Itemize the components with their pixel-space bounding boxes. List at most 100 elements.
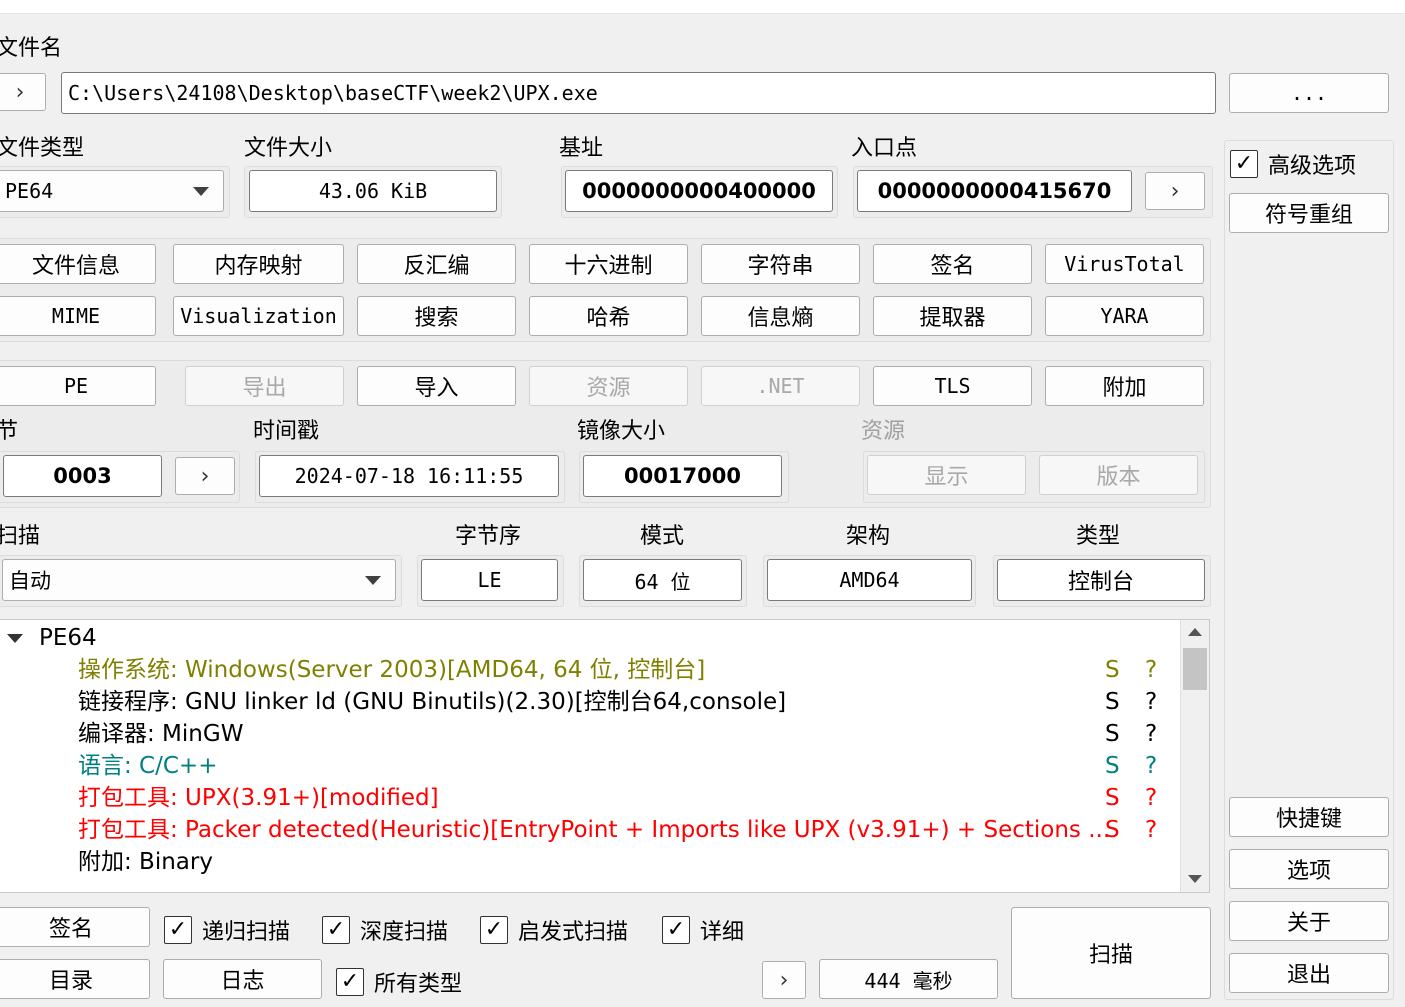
exit-button[interactable]: 退出 bbox=[1229, 953, 1389, 993]
result-row[interactable]: 编译器: MinGW S? bbox=[0, 718, 1179, 750]
title-bar bbox=[0, 0, 1405, 14]
options-button[interactable]: 选项 bbox=[1229, 849, 1389, 889]
advanced-checkbox[interactable]: ✓ bbox=[1230, 150, 1258, 178]
scan-mode-select[interactable]: 自动 bbox=[2, 559, 396, 601]
alltypes-option[interactable]: ✓ 所有类型 bbox=[336, 966, 462, 998]
result-signature-link[interactable]: S bbox=[1105, 718, 1120, 750]
result-signature-link[interactable]: S bbox=[1105, 750, 1120, 782]
timestamp-field: 2024-07-18 16:11:55 bbox=[259, 455, 559, 497]
signatures-button[interactable]: 签名 bbox=[0, 907, 150, 947]
shortcuts-button[interactable]: 快捷键 bbox=[1229, 797, 1389, 837]
directory-button[interactable]: 目录 bbox=[0, 959, 150, 999]
result-info-link[interactable]: ? bbox=[1145, 718, 1157, 750]
overlay-button[interactable]: 附加 bbox=[1045, 366, 1204, 406]
tree-expand-icon[interactable] bbox=[7, 634, 23, 643]
file-name-label: 文件名 bbox=[0, 36, 63, 61]
yara-button[interactable]: YARA bbox=[1045, 296, 1204, 336]
resources-button[interactable]: 资源 bbox=[529, 366, 688, 406]
chevron-down-icon bbox=[365, 576, 381, 585]
result-info-link[interactable]: ? bbox=[1145, 686, 1157, 718]
disasm-button[interactable]: 反汇编 bbox=[357, 244, 516, 284]
expand-file-button[interactable]: › bbox=[0, 73, 46, 111]
result-row[interactable]: 附加: Binary bbox=[0, 846, 1179, 878]
export-button[interactable]: 导出 bbox=[185, 366, 344, 406]
heuristic-option[interactable]: ✓ 启发式扫描 bbox=[480, 914, 628, 946]
result-row[interactable]: 打包工具: Packer detected(Heuristic)[EntryPo… bbox=[0, 814, 1179, 846]
file-path-input[interactable]: C:\Users\24108\Desktop\baseCTF\week2\UPX… bbox=[61, 72, 1216, 114]
result-signature-link[interactable]: S bbox=[1105, 782, 1120, 814]
mime-button[interactable]: MIME bbox=[0, 296, 156, 336]
advanced-option[interactable]: ✓ 高级选项 bbox=[1230, 148, 1356, 180]
verbose-checkbox[interactable]: ✓ bbox=[662, 916, 690, 944]
result-text: 打包工具: UPX(3.91+)[modified] bbox=[78, 785, 439, 811]
recursive-option[interactable]: ✓ 递归扫描 bbox=[164, 914, 290, 946]
browse-button[interactable]: ... bbox=[1229, 73, 1389, 113]
signatures-tool-button[interactable]: 签名 bbox=[873, 244, 1032, 284]
scroll-up-icon[interactable] bbox=[1188, 628, 1202, 636]
timestamp-label: 时间戳 bbox=[253, 419, 320, 444]
scan-button[interactable]: 扫描 bbox=[1011, 907, 1211, 999]
scroll-thumb[interactable] bbox=[1183, 648, 1207, 690]
res-show-button[interactable]: 显示 bbox=[867, 455, 1026, 495]
result-info-link[interactable]: ? bbox=[1145, 814, 1157, 846]
verbose-option[interactable]: ✓ 详细 bbox=[662, 914, 744, 946]
deep-option[interactable]: ✓ 深度扫描 bbox=[322, 914, 448, 946]
tls-button[interactable]: TLS bbox=[873, 366, 1032, 406]
import-button[interactable]: 导入 bbox=[357, 366, 516, 406]
file-type-select[interactable]: PE64 bbox=[0, 170, 224, 212]
result-info-link[interactable]: ? bbox=[1145, 654, 1157, 686]
results-scrollbar[interactable] bbox=[1180, 620, 1209, 892]
chevron-down-icon bbox=[193, 187, 209, 196]
hash-button[interactable]: 哈希 bbox=[529, 296, 688, 336]
type-field: 控制台 bbox=[997, 559, 1205, 601]
search-button[interactable]: 搜索 bbox=[357, 296, 516, 336]
memory-map-button[interactable]: 内存映射 bbox=[173, 244, 344, 284]
scroll-down-icon[interactable] bbox=[1188, 875, 1202, 883]
heuristic-label: 启发式扫描 bbox=[518, 920, 629, 945]
res-version-button[interactable]: 版本 bbox=[1039, 455, 1198, 495]
deep-checkbox[interactable]: ✓ bbox=[322, 916, 350, 944]
result-row[interactable]: 链接程序: GNU linker ld (GNU Binutils)(2.30)… bbox=[0, 686, 1179, 718]
result-signature-link[interactable]: S bbox=[1105, 654, 1120, 686]
about-button[interactable]: 关于 bbox=[1229, 901, 1389, 941]
result-row[interactable]: 打包工具: UPX(3.91+)[modified] S? bbox=[0, 782, 1179, 814]
image-size-label: 镜像大小 bbox=[577, 419, 666, 444]
recursive-checkbox[interactable]: ✓ bbox=[164, 916, 192, 944]
result-info-link[interactable]: ? bbox=[1145, 782, 1157, 814]
net-button[interactable]: .NET bbox=[701, 366, 860, 406]
file-size-label: 文件大小 bbox=[244, 136, 333, 161]
result-signature-link[interactable]: S bbox=[1105, 686, 1120, 718]
result-text: 附加: Binary bbox=[78, 849, 213, 875]
sections-label: 节 bbox=[0, 419, 19, 444]
entry-point-label: 入口点 bbox=[851, 136, 918, 161]
entropy-button[interactable]: 信息熵 bbox=[701, 296, 860, 336]
tree-root-label: PE64 bbox=[39, 625, 97, 651]
hex-button[interactable]: 十六进制 bbox=[529, 244, 688, 284]
file-type-value: PE64 bbox=[5, 179, 54, 203]
pe-button[interactable]: PE bbox=[0, 366, 156, 406]
entry-point-button[interactable]: › bbox=[1145, 172, 1205, 210]
arch-field: AMD64 bbox=[767, 559, 972, 601]
res-group-label: 资源 bbox=[861, 419, 906, 444]
mode-field: 64 位 bbox=[583, 559, 742, 601]
scan-label: 扫描 bbox=[0, 524, 41, 549]
result-row[interactable]: 语言: C/C++ S? bbox=[0, 750, 1179, 782]
symbols-button[interactable]: 符号重组 bbox=[1229, 193, 1389, 233]
result-row[interactable]: 操作系统: Windows(Server 2003)[AMD64, 64 位, … bbox=[0, 654, 1179, 686]
time-expand-button[interactable]: › bbox=[762, 961, 806, 999]
heuristic-checkbox[interactable]: ✓ bbox=[480, 916, 508, 944]
alltypes-checkbox[interactable]: ✓ bbox=[336, 968, 364, 996]
results-tree[interactable]: PE64 操作系统: Windows(Server 2003)[AMD64, 6… bbox=[0, 619, 1210, 893]
file-info-button[interactable]: 文件信息 bbox=[0, 244, 156, 284]
log-button[interactable]: 日志 bbox=[163, 959, 322, 999]
strings-button[interactable]: 字符串 bbox=[701, 244, 860, 284]
virustotal-button[interactable]: VirusTotal bbox=[1045, 244, 1204, 284]
endian-label: 字节序 bbox=[455, 524, 522, 549]
result-signature-link[interactable]: S bbox=[1105, 814, 1120, 846]
base-address-label: 基址 bbox=[559, 136, 604, 161]
sections-button[interactable]: › bbox=[175, 457, 235, 495]
endian-field: LE bbox=[421, 559, 558, 601]
extractor-button[interactable]: 提取器 bbox=[873, 296, 1032, 336]
visualization-button[interactable]: Visualization bbox=[173, 296, 344, 336]
result-info-link[interactable]: ? bbox=[1145, 750, 1157, 782]
